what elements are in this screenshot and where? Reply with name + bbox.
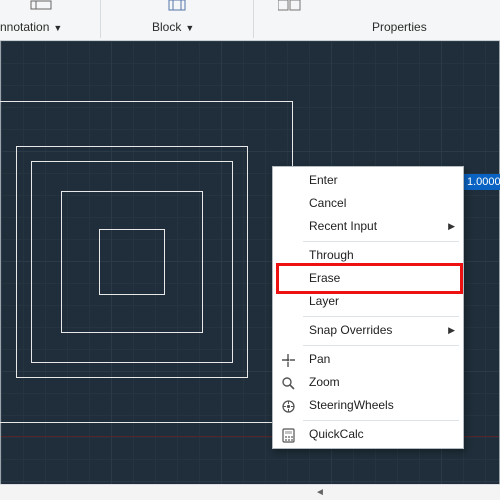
menu-item-snap-overrides[interactable]: Snap Overrides <box>273 319 463 342</box>
offset-distance-value[interactable]: 1.0000 <box>461 174 500 190</box>
block-panel-icon <box>150 0 206 13</box>
horizontal-scrollbar[interactable]: ◄ <box>0 484 500 500</box>
menu-item-quickcalc[interactable]: QuickCalc <box>273 423 463 446</box>
properties-panel-label[interactable]: Properties <box>372 20 427 34</box>
ribbon-separator <box>253 0 254 38</box>
menu-item-erase[interactable]: Erase <box>273 267 463 290</box>
menu-item-enter[interactable]: Enter <box>273 169 463 192</box>
block-panel-label[interactable]: Block▼ <box>152 20 194 34</box>
app-window: nnotation▼ Block▼ Properties ▭ 1.0000 <box>0 0 500 500</box>
menu-item-steeringwheels[interactable]: SteeringWheels <box>273 394 463 417</box>
menu-item-pan[interactable]: Pan <box>273 348 463 371</box>
menu-item-through[interactable]: Through <box>273 244 463 267</box>
properties-panel-icon-1 <box>262 0 318 13</box>
pan-icon <box>279 351 297 369</box>
menu-item-layer[interactable]: Layer <box>273 290 463 313</box>
menu-item-recent-input[interactable]: Recent Input <box>273 215 463 238</box>
quickcalc-icon <box>279 426 297 444</box>
scroll-left-arrow[interactable]: ◄ <box>314 487 326 498</box>
ribbon: nnotation▼ Block▼ Properties <box>0 0 500 41</box>
annotation-panel-label[interactable]: nnotation▼ <box>0 20 62 34</box>
menu-item-cancel[interactable]: Cancel <box>273 192 463 215</box>
menu-item-zoom[interactable]: Zoom <box>273 371 463 394</box>
ribbon-separator <box>100 0 101 38</box>
annotation-panel-icon <box>13 0 69 13</box>
square-geom <box>99 229 165 295</box>
zoom-icon <box>279 374 297 392</box>
steeringwheels-icon <box>279 397 297 415</box>
context-menu: Enter Cancel Recent Input Through Erase … <box>272 166 464 449</box>
